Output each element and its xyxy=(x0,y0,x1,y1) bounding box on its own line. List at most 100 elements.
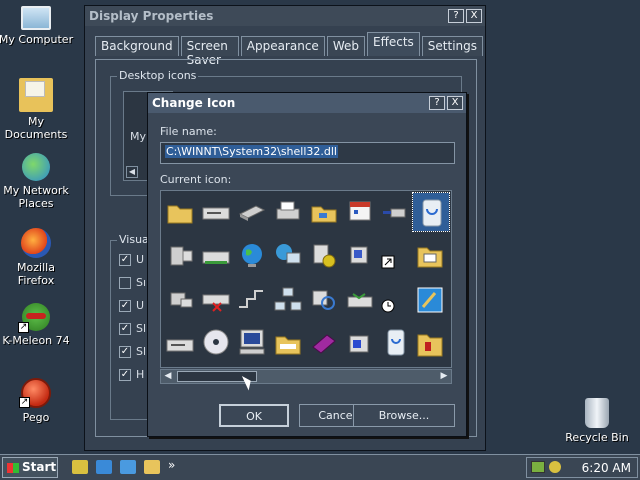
desktop-icon-recycle-bin[interactable]: Recycle Bin xyxy=(559,398,635,444)
document-folder-icon[interactable] xyxy=(273,329,303,359)
clock-overlay-icon[interactable] xyxy=(381,299,395,313)
cable-plug-icon[interactable] xyxy=(381,197,411,227)
group-label: Desktop icons xyxy=(117,69,199,82)
floppy-drive-icon[interactable] xyxy=(201,197,231,227)
dialog-title: Change Icon xyxy=(152,96,236,110)
cd-drive-icon[interactable] xyxy=(165,329,195,359)
file-name-value: C:\WINNT\System32\shell32.dll xyxy=(165,145,338,158)
show-desktop-icon[interactable] xyxy=(72,460,88,474)
network-folder-icon[interactable] xyxy=(309,197,339,227)
visual-option-label: H xyxy=(136,368,145,381)
desktop-icon-pego[interactable]: ↗ Pego xyxy=(0,378,74,424)
cd-rom-icon[interactable] xyxy=(201,327,231,357)
checkbox-unchecked[interactable] xyxy=(119,276,131,289)
checkbox-checked[interactable]: ✓ xyxy=(119,368,131,381)
network-cable-icon[interactable] xyxy=(237,285,267,315)
help-book-icon[interactable] xyxy=(309,329,339,359)
computers-network-icon[interactable] xyxy=(273,285,303,315)
window-app-icon[interactable] xyxy=(345,329,375,359)
shortcut-overlay-icon[interactable] xyxy=(381,255,395,269)
tab-web[interactable]: Web xyxy=(326,36,365,56)
shortcut-arrow-icon: ↗ xyxy=(19,397,30,408)
visual-option-row[interactable]: ✓ H xyxy=(119,368,144,381)
tab-appearance[interactable]: Appearance xyxy=(240,36,325,56)
tab-background[interactable]: Background xyxy=(95,36,179,56)
pego-icon: ↗ xyxy=(19,378,51,408)
globe-icon[interactable] xyxy=(237,241,267,271)
hard-drive-icon[interactable] xyxy=(237,197,267,227)
control-panel-icon[interactable] xyxy=(309,241,339,271)
recycle-bin-empty-icon[interactable] xyxy=(381,327,411,357)
shared-folder-icon[interactable] xyxy=(415,241,445,271)
change-icon-titlebar[interactable]: Change Icon ? X xyxy=(148,93,466,113)
removable-drive-icon[interactable] xyxy=(201,241,231,271)
run-drive-icon[interactable] xyxy=(345,285,375,315)
icon-grid[interactable] xyxy=(160,190,452,368)
close-button[interactable]: X xyxy=(466,9,482,23)
network-drive-icon[interactable] xyxy=(165,285,195,315)
help-button[interactable]: ? xyxy=(448,9,464,23)
close-button[interactable]: X xyxy=(447,96,463,110)
quicklaunch-more-button[interactable]: » xyxy=(168,458,175,472)
calendar-app-icon[interactable] xyxy=(345,197,375,227)
find-computer-icon[interactable] xyxy=(309,285,339,315)
visual-option-row[interactable]: ✓ Sl xyxy=(119,345,146,358)
tab-screen-saver[interactable]: Screen Saver xyxy=(180,36,239,67)
desktop-icon-my-computer[interactable]: My Computer xyxy=(0,2,74,46)
browser-icon[interactable] xyxy=(96,460,112,474)
server-icon[interactable] xyxy=(165,241,195,271)
icon-grid-scrollbar[interactable]: ◀ ▶ xyxy=(160,369,452,384)
network-neighborhood-icon[interactable] xyxy=(273,241,303,271)
printer-icon[interactable] xyxy=(273,197,303,227)
desktop-icon-k-meleon[interactable]: ↗ K-Meleon 74 xyxy=(0,303,74,347)
desktop-icon-label: My Computer xyxy=(0,33,74,46)
desktop-icon-label: Pego xyxy=(22,411,50,424)
scroll-right-button[interactable]: ▶ xyxy=(437,370,451,383)
ok-button[interactable]: OK xyxy=(219,404,289,427)
firefox-icon xyxy=(21,228,51,258)
sound-tray-icon[interactable] xyxy=(549,461,561,473)
explorer-icon[interactable] xyxy=(144,460,160,474)
clock[interactable]: 6:20 AM xyxy=(582,461,631,475)
visual-option-row[interactable]: ✓ Sl xyxy=(119,322,146,335)
network-icon xyxy=(22,153,50,181)
start-label: Start xyxy=(22,460,57,474)
visual-option-label: Sl xyxy=(136,322,147,335)
visual-option-row[interactable]: ✓ U xyxy=(119,299,144,312)
checkbox-checked[interactable]: ✓ xyxy=(119,299,131,312)
browse-button[interactable]: Browse... xyxy=(353,404,455,427)
icon-preview-label: My xyxy=(130,130,147,143)
scroll-left-button[interactable]: ◀ xyxy=(161,370,175,383)
tab-settings[interactable]: Settings xyxy=(421,36,483,56)
desktop-icon-mozilla-firefox[interactable]: Mozilla Firefox xyxy=(0,228,74,287)
desktop-icon-label: K-Meleon 74 xyxy=(2,334,70,347)
tools-folder-icon[interactable] xyxy=(415,329,445,359)
checkbox-checked[interactable]: ✓ xyxy=(119,253,131,266)
desktop-icon-label: Mozilla Firefox xyxy=(17,261,55,287)
application-window-icon[interactable] xyxy=(345,241,375,271)
start-button[interactable]: Start xyxy=(2,457,58,478)
computer-icon xyxy=(21,6,51,30)
tab-effects[interactable]: Effects xyxy=(366,32,420,56)
k-meleon-icon: ↗ xyxy=(18,303,50,333)
desktop-icon-my-network-places[interactable]: My Network Places xyxy=(0,153,74,210)
network-tray-icon[interactable] xyxy=(531,461,545,473)
recycle-bin-full-icon[interactable] xyxy=(412,192,450,232)
recycle-bin-icon xyxy=(585,398,609,428)
desktop-icon-my-documents[interactable]: My Documents xyxy=(0,78,74,141)
scroll-left-icon[interactable]: ◀ xyxy=(126,166,138,178)
checkbox-checked[interactable]: ✓ xyxy=(119,322,131,335)
settings-folder-icon[interactable] xyxy=(415,285,445,315)
file-name-input[interactable]: C:\WINNT\System32\shell32.dll xyxy=(160,142,455,164)
checkbox-checked[interactable]: ✓ xyxy=(119,345,131,358)
visual-option-label: Sl xyxy=(136,345,147,358)
folder-icon[interactable] xyxy=(165,197,195,227)
visual-option-row[interactable]: ✓ U xyxy=(119,253,144,266)
computer-icon[interactable] xyxy=(237,327,267,357)
help-button[interactable]: ? xyxy=(429,96,445,110)
window-title: Display Properties xyxy=(89,9,214,23)
visual-option-row[interactable]: Sı xyxy=(119,276,146,289)
disconnected-drive-icon[interactable] xyxy=(201,285,231,315)
display-properties-titlebar[interactable]: Display Properties ? X xyxy=(85,6,485,26)
outlook-icon[interactable] xyxy=(120,460,136,474)
